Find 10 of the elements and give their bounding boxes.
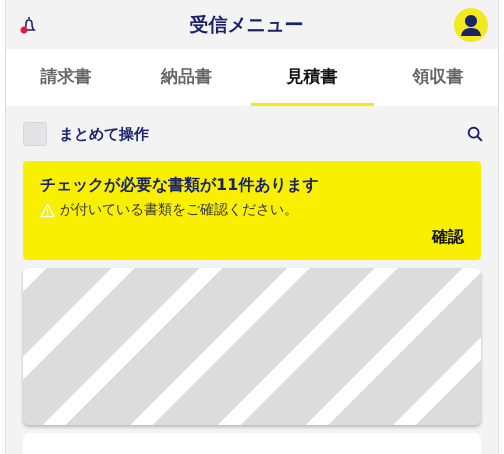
- notice-message: が付いている書類をご確認ください。: [60, 201, 298, 219]
- confirm-button[interactable]: 確認: [432, 227, 464, 248]
- warning-icon: [40, 202, 55, 218]
- search-icon[interactable]: [466, 125, 484, 143]
- bulk-checkbox[interactable]: [23, 122, 47, 146]
- bulk-action-label: まとめて操作: [59, 124, 150, 144]
- header-title: 受信メニュー: [190, 12, 304, 38]
- bell-icon[interactable]: [19, 14, 39, 34]
- avatar-icon[interactable]: [454, 8, 488, 42]
- notice-title: チェックが必要な書類が11件あります: [40, 175, 320, 196]
